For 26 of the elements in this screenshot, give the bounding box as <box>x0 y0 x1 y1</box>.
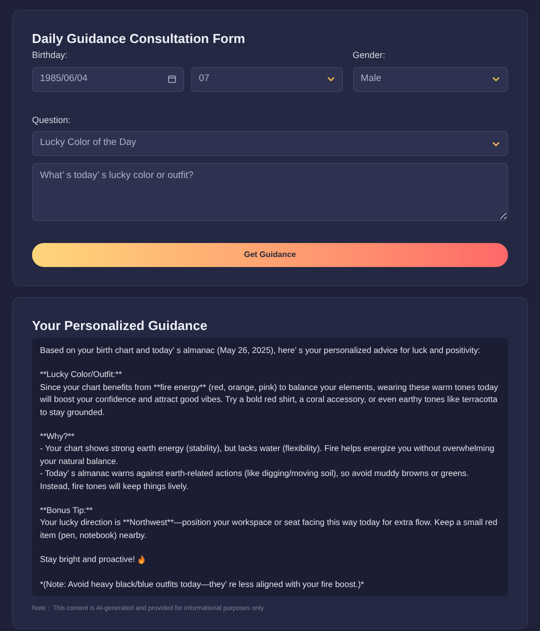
response-text: *(Note: Avoid heavy black/blue outfits today—they’ re less aligned with your fire boost.)* <box>40 578 364 590</box>
question-field[interactable]: What’ s today’ s lucky color or outfit? <box>32 163 508 221</box>
response-text: Since your chart benefits from **fire energy** (red, orange, pink) to balance your elements, wearing these warm tones today will boost your confidence and attract good vibes. Try a bold red shirt, a coral accessory, or even earthy tones like terracotta to stay grounded. <box>40 380 500 418</box>
gender-label: Gender: <box>352 49 386 62</box>
response-text: Your lucky direction is **Northwest**—position your workspace or seat facing this way today for extra flow. Keep a small red item (pen, notebook) nearby. <box>40 516 498 542</box>
response-text: - Your chart shows strong earth energy (stability), but lacks water (flexibility). Fire helps energize you without overwhelming your natural balance. <box>40 442 496 468</box>
question-label: Question: <box>32 114 72 127</box>
birthday-label: Birthday: <box>32 49 69 62</box>
form-title: Daily Guidance Consultation Form <box>32 31 246 47</box>
flame-icon <box>138 554 145 564</box>
calendar-icon <box>168 75 176 83</box>
response-text: **Bonus Tip:** <box>40 504 93 516</box>
result-title: Your Personalized Guidance <box>32 318 208 334</box>
chevron-down-icon <box>326 76 335 82</box>
response-text: - Today’ s almanac warns against earth-related actions (like digging/moving soil), so avoid muddy browns or greens. Instead, fire tones will keep things lively. <box>40 467 470 492</box>
get-guidance-button[interactable]: Get Guidance <box>32 243 508 267</box>
question-select[interactable]: Lucky Color of the Day <box>32 131 508 156</box>
date-field[interactable]: 1985/06/04 <box>32 66 184 92</box>
chevron-down-icon <box>492 76 500 82</box>
response-text: **Lucky Color/Outfit:** <box>40 368 122 381</box>
response-text: Based on your birth chart and today’ s almanac (May 26, 2025), here’ s your personalized advice for luck and positivity: <box>40 344 480 356</box>
response-text: Stay bright and proactive! <box>40 553 135 566</box>
hour-select[interactable]: 07 <box>190 66 343 92</box>
response-text: **Why?** <box>40 430 74 442</box>
chevron-down-icon <box>492 140 500 146</box>
gender-select[interactable]: Male <box>352 66 508 92</box>
